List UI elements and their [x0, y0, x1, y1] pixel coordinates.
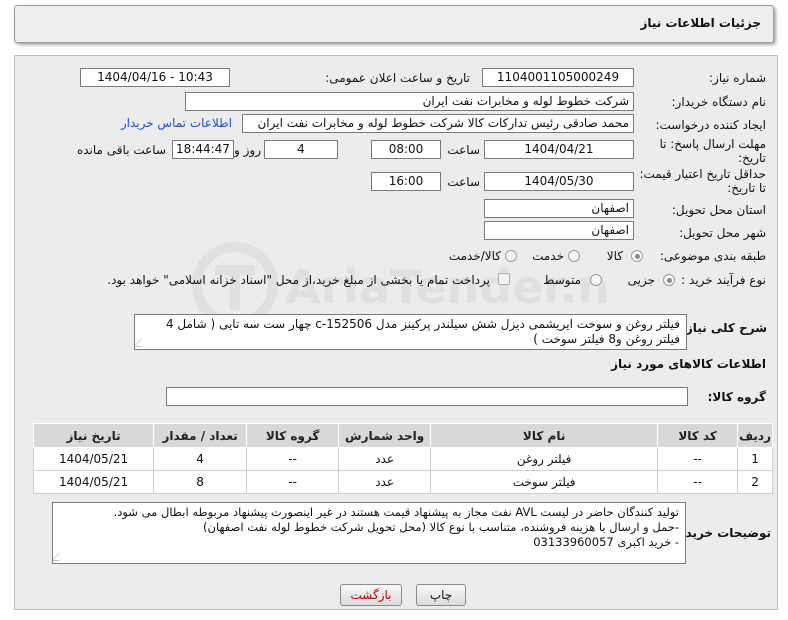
reply-deadline-label: مهلت ارسال پاسخ: تا تاریخ:	[659, 137, 766, 165]
remaining-label: ساعت باقی مانده	[76, 143, 166, 157]
page-title: جزئیات اطلاعات نیاز	[640, 16, 761, 30]
validity-time-field[interactable]: 16:00	[371, 172, 441, 191]
buyer-org-label: نام دستگاه خریدار:	[671, 95, 767, 109]
province-field[interactable]: اصفهان	[484, 199, 634, 218]
resize-grip-icon[interactable]	[135, 339, 149, 347]
buyer-notes-line: -حمل و ارسال با هزینه فروشنده، متناسب با…	[203, 520, 679, 534]
col-row: ردیف	[737, 423, 773, 448]
description-label: شرح کلی نیاز:	[681, 321, 767, 335]
cell-unit: عدد	[338, 470, 432, 494]
category-label: طبقه بندی موضوعی:	[659, 249, 766, 263]
city-field[interactable]: اصفهان	[484, 221, 634, 240]
treasury-payment-checkbox[interactable]	[498, 273, 510, 285]
back-button[interactable]: بازگشت	[340, 584, 402, 606]
validity-time-label: ساعت	[447, 175, 480, 189]
category-option-goods-service: کالا/خدمت	[448, 249, 501, 263]
category-radio-service[interactable]	[568, 250, 580, 262]
goods-table: ردیف کد کالا نام کالا واحد شمارش گروه کا…	[32, 423, 773, 494]
process-option-minor: جزیی	[627, 273, 655, 287]
validity-date-field[interactable]: 1404/05/30	[484, 172, 634, 191]
buyer-notes-field[interactable]: تولید کنندگان حاضر در لیست AVL نفت مجاز …	[52, 502, 686, 564]
days-field[interactable]: 4	[264, 140, 338, 159]
description-field[interactable]: فیلتر روغن و سوخت ایریشمی دیزل شش سیلندر…	[134, 314, 687, 350]
goods-table-header: ردیف کد کالا نام کالا واحد شمارش گروه کا…	[32, 423, 773, 448]
cell-code: --	[657, 447, 739, 471]
cell-unit: عدد	[338, 447, 432, 471]
col-group: گروه کالا	[246, 423, 340, 448]
cell-qty: 8	[153, 470, 248, 494]
reply-time-field[interactable]: 08:00	[371, 140, 441, 159]
city-label: شهر محل تحویل:	[679, 226, 766, 240]
resize-grip-icon[interactable]	[53, 553, 67, 561]
table-row[interactable]: 1 -- فیلتر روغن عدد -- 4 1404/05/21	[32, 447, 773, 471]
province-label: استان محل تحویل:	[671, 203, 766, 217]
process-label: نوع فرآیند خرید :	[681, 273, 766, 287]
reply-time-label: ساعت	[447, 143, 480, 157]
cell-qty: 4	[153, 447, 248, 471]
goods-info-title: اطلاعات کالاهای مورد نیاز	[611, 357, 766, 371]
col-qty: تعداد / مقدار	[153, 423, 248, 448]
price-validity-label: حداقل تاریخ اعتبار قیمت: تا تاریخ:	[639, 167, 766, 195]
cell-row: 1	[737, 447, 773, 471]
cell-row: 2	[737, 470, 773, 494]
process-radio-minor[interactable]	[663, 274, 675, 286]
days-label: روز و	[234, 143, 261, 157]
col-code: کد کالا	[657, 423, 739, 448]
category-radio-goods-service[interactable]	[505, 250, 517, 262]
category-option-service: خدمت	[532, 249, 564, 263]
table-row[interactable]: 2 -- فیلتر سوخت عدد -- 8 1404/05/21	[32, 470, 773, 494]
cell-code: --	[657, 470, 739, 494]
goods-group-field[interactable]	[166, 387, 688, 406]
buyer-notes-line: - خرید اکبری 03133960057	[533, 535, 679, 549]
col-date: تاریخ نیاز	[32, 423, 155, 448]
remaining-time-field[interactable]: 18:44:47	[172, 140, 234, 159]
category-option-goods: کالا	[606, 249, 623, 263]
cell-group: --	[246, 470, 340, 494]
col-name: نام کالا	[430, 423, 659, 448]
print-button[interactable]: چاپ	[416, 584, 466, 606]
category-radio-goods[interactable]	[631, 250, 643, 262]
process-radio-medium[interactable]	[590, 274, 602, 286]
buyer-contact-link[interactable]: اطلاعات تماس خریدار	[121, 116, 232, 130]
creator-field[interactable]: محمد صادقی رئیس تدارکات کالا شرکت خطوط ل…	[242, 114, 634, 133]
need-number-label: شماره نیاز:	[709, 71, 766, 85]
col-unit: واحد شمارش	[338, 423, 432, 448]
cell-date: 1404/05/21	[32, 447, 155, 471]
cell-date: 1404/05/21	[32, 470, 155, 494]
buyer-org-field[interactable]: شرکت خطوط لوله و مخابرات نفت ایران	[185, 92, 634, 111]
need-number-field[interactable]: 1104001105000249	[482, 68, 634, 87]
creator-label: ایجاد کننده درخواست:	[655, 118, 766, 132]
reply-date-field[interactable]: 1404/04/21	[484, 140, 634, 159]
buyer-notes-line: تولید کنندگان حاضر در لیست AVL نفت مجاز …	[113, 505, 679, 519]
treasury-payment-note: پرداخت تمام یا بخشی از مبلغ خرید،از محل …	[107, 273, 490, 287]
description-text: فیلتر روغن و سوخت ایریشمی دیزل شش سیلندر…	[165, 317, 680, 346]
cell-name: فیلتر روغن	[430, 447, 659, 471]
announce-label: تاریخ و ساعت اعلان عمومی:	[325, 71, 470, 85]
cell-group: --	[246, 447, 340, 471]
goods-group-label: گروه کالا:	[707, 390, 766, 404]
process-option-medium: متوسط	[543, 273, 581, 287]
cell-name: فیلتر سوخت	[430, 470, 659, 494]
announce-field[interactable]: 1404/04/16 - 10:43	[80, 68, 230, 87]
page-header: جزئیات اطلاعات نیاز	[14, 5, 774, 43]
